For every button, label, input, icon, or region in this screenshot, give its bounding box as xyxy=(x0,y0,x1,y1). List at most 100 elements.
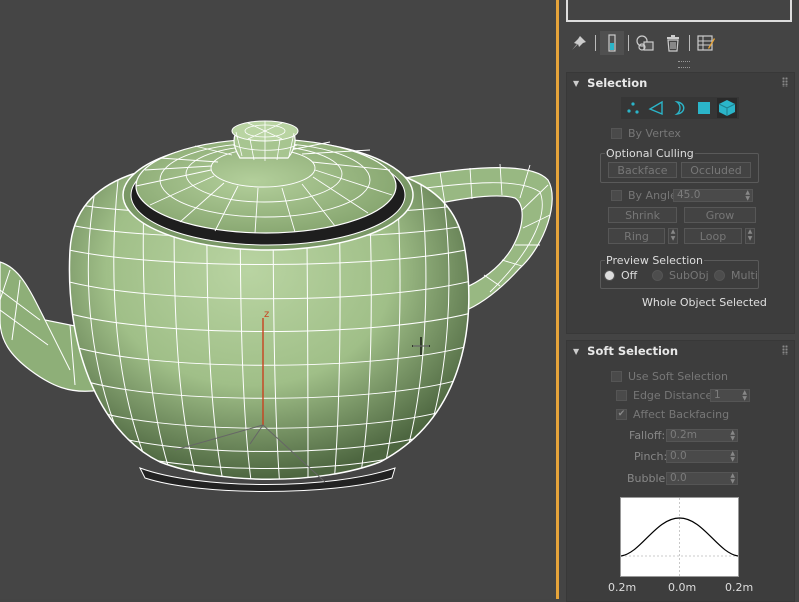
pinch-spinner[interactable]: 0.0 ▲ ▼ xyxy=(666,450,738,463)
falloff-curve xyxy=(620,498,739,576)
selection-rollout-header[interactable]: ▼ Selection xyxy=(567,73,794,93)
stack-toolbar xyxy=(567,30,718,56)
pinch-label: Pinch: xyxy=(634,450,668,463)
polygon-icon xyxy=(697,102,710,114)
ring-spinner[interactable]: ▲ ▼ xyxy=(668,228,678,244)
preview-selection-label: Preview Selection xyxy=(605,254,705,267)
collapse-triangle-icon: ▼ xyxy=(573,78,580,88)
preview-subobj-radio[interactable]: SubObj xyxy=(652,269,709,282)
falloff-spinner[interactable]: 0.2m ▲ ▼ xyxy=(666,429,738,442)
make-unique-button[interactable] xyxy=(633,31,657,55)
teapot-wireframe: z xyxy=(0,120,553,492)
modifier-stack-list[interactable] xyxy=(566,0,792,22)
z-axis-label: z xyxy=(264,309,269,320)
remove-modifier-icon xyxy=(667,35,679,52)
element-level-button[interactable] xyxy=(717,98,738,118)
loop-spinner[interactable]: ▲ ▼ xyxy=(745,228,755,244)
affect-backfacing-checkbox[interactable]: ✔ Affect Backfacing xyxy=(616,408,729,421)
soft-selection-rollout: ▼ Soft Selection Use Soft Selection Edge… xyxy=(566,340,795,602)
pin-stack-icon xyxy=(572,36,586,50)
radio-dot xyxy=(714,270,725,281)
checkbox-box xyxy=(611,190,622,201)
toolbar-separator xyxy=(628,35,629,51)
collapse-triangle-icon: ▼ xyxy=(573,346,580,356)
pin-stack-button[interactable] xyxy=(567,31,591,55)
pinch-value: 0.0 xyxy=(670,450,687,462)
drag-handle-icon[interactable] xyxy=(782,345,788,355)
preview-selection-group: Preview Selection Off SubObj Multi xyxy=(600,254,759,289)
checkbox-box xyxy=(611,128,622,139)
bubble-label: Bubble: xyxy=(627,472,670,485)
curve-center-label: 0.0m xyxy=(668,581,697,594)
falloff-curve-graph xyxy=(620,497,739,577)
by-angle-value: 45.0 xyxy=(677,189,701,201)
optional-culling-group: Optional Culling Backface Occluded xyxy=(600,147,759,183)
modifier-list-icon xyxy=(608,34,616,52)
checkbox-box xyxy=(616,390,627,401)
spinner-arrows-icon[interactable]: ▲ ▼ xyxy=(745,190,750,202)
make-unique-icon xyxy=(636,35,654,51)
checkbox-box xyxy=(611,371,622,382)
drag-handle-icon[interactable] xyxy=(782,77,788,87)
bubble-spinner[interactable]: 0.0 ▲ ▼ xyxy=(666,472,738,485)
selection-rollout: ▼ Selection By Vertex Optional Culling B… xyxy=(566,72,795,334)
border-level-button[interactable] xyxy=(670,98,690,118)
selection-title: Selection xyxy=(587,76,648,90)
edge-distance-spinner[interactable]: 1 ▲ ▼ xyxy=(710,389,750,402)
preview-subobj-label: SubObj xyxy=(669,269,709,282)
affect-backfacing-label: Affect Backfacing xyxy=(633,408,730,421)
use-soft-selection-label: Use Soft Selection xyxy=(628,370,728,383)
edge-distance-checkbox[interactable]: Edge Distance: xyxy=(616,389,716,402)
by-vertex-label: By Vertex xyxy=(628,127,681,140)
spinner-arrows-icon[interactable]: ▲ ▼ xyxy=(730,473,735,485)
border-icon xyxy=(674,101,685,115)
checkmark-icon: ✔ xyxy=(616,409,627,420)
optional-culling-label: Optional Culling xyxy=(605,147,695,160)
by-angle-spinner[interactable]: 45.0 ▲ ▼ xyxy=(673,189,753,202)
toolbar-separator xyxy=(689,35,690,51)
curve-left-label: 0.2m xyxy=(608,581,637,594)
shrink-button[interactable]: Shrink xyxy=(608,207,677,223)
spinner-arrows-icon[interactable]: ▲ ▼ xyxy=(742,390,747,402)
radio-dot xyxy=(604,270,615,281)
vertex-icon xyxy=(627,102,639,114)
subobject-level-bar xyxy=(621,97,739,119)
soft-selection-rollout-header[interactable]: ▼ Soft Selection xyxy=(567,341,794,361)
remove-modifier-button[interactable] xyxy=(661,31,685,55)
vertex-level-button[interactable] xyxy=(623,98,643,118)
soft-selection-title: Soft Selection xyxy=(587,344,679,358)
falloff-label: Falloff: xyxy=(629,429,666,442)
edge-level-button[interactable] xyxy=(646,98,666,118)
spinner-arrows-icon[interactable]: ▲ ▼ xyxy=(730,451,735,463)
grow-button[interactable]: Grow xyxy=(684,207,756,223)
by-vertex-checkbox[interactable]: By Vertex xyxy=(611,127,681,140)
command-panel: ▼ Selection By Vertex Optional Culling B… xyxy=(559,0,799,602)
preview-off-label: Off xyxy=(621,269,638,282)
element-icon xyxy=(718,100,736,116)
selection-status: Whole Object Selected xyxy=(642,296,767,309)
configure-modifier-sets-button[interactable] xyxy=(694,31,718,55)
falloff-value: 0.2m xyxy=(670,429,697,441)
by-angle-checkbox[interactable]: By Angle: xyxy=(611,189,681,202)
edge-distance-value: 1 xyxy=(714,389,721,401)
use-soft-selection-checkbox[interactable]: Use Soft Selection xyxy=(611,370,728,383)
curve-right-label: 0.2m xyxy=(725,581,754,594)
occluded-button[interactable]: Occluded xyxy=(681,162,751,178)
preview-multi-radio[interactable]: Multi xyxy=(714,269,758,282)
edge-distance-label: Edge Distance: xyxy=(633,389,716,402)
perspective-viewport[interactable]: z xyxy=(0,0,556,599)
bubble-value: 0.0 xyxy=(670,472,687,484)
ring-button[interactable]: Ring xyxy=(608,228,665,244)
show-end-result-button[interactable] xyxy=(600,31,624,55)
loop-button[interactable]: Loop xyxy=(684,228,742,244)
panel-resize-grip[interactable] xyxy=(678,61,690,68)
toolbar-separator xyxy=(595,35,596,51)
preview-off-radio[interactable]: Off xyxy=(604,269,637,282)
radio-dot xyxy=(652,270,663,281)
spinner-arrows-icon[interactable]: ▲ ▼ xyxy=(730,430,735,442)
preview-multi-label: Multi xyxy=(731,269,758,282)
backface-button[interactable]: Backface xyxy=(608,162,677,178)
polygon-level-button[interactable] xyxy=(694,98,714,118)
edge-icon xyxy=(648,100,664,116)
configure-modifier-sets-icon xyxy=(697,35,715,51)
